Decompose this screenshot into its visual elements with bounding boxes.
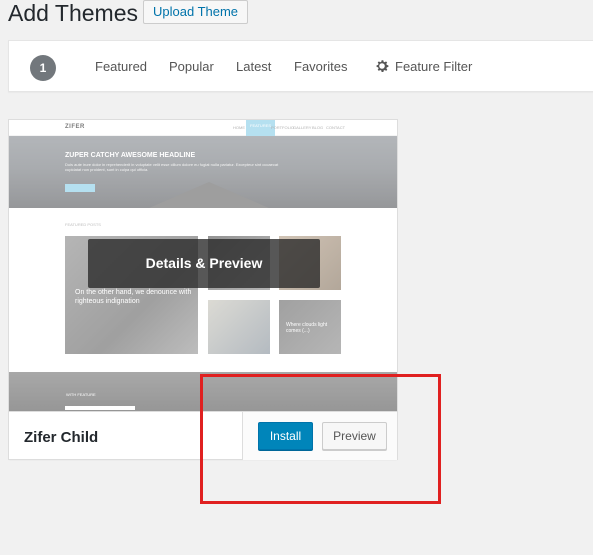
- page-title: Add Themes: [8, 0, 138, 26]
- theme-count-badge: 1: [30, 55, 56, 81]
- tab-favorites[interactable]: Favorites: [294, 59, 347, 74]
- tab-featured[interactable]: Featured: [95, 59, 147, 74]
- upload-theme-button[interactable]: Upload Theme: [143, 0, 249, 24]
- theme-name: Zifer Child: [24, 429, 99, 446]
- theme-filter-bar: 1 Featured Popular Latest Favorites Feat…: [8, 40, 593, 92]
- tab-latest[interactable]: Latest: [236, 59, 271, 74]
- annotation-highlight-box: [200, 374, 441, 504]
- gear-icon[interactable]: [374, 58, 390, 74]
- tab-popular[interactable]: Popular: [169, 59, 214, 74]
- details-preview-button[interactable]: Details & Preview: [88, 239, 320, 288]
- feature-filter-link[interactable]: Feature Filter: [395, 59, 472, 74]
